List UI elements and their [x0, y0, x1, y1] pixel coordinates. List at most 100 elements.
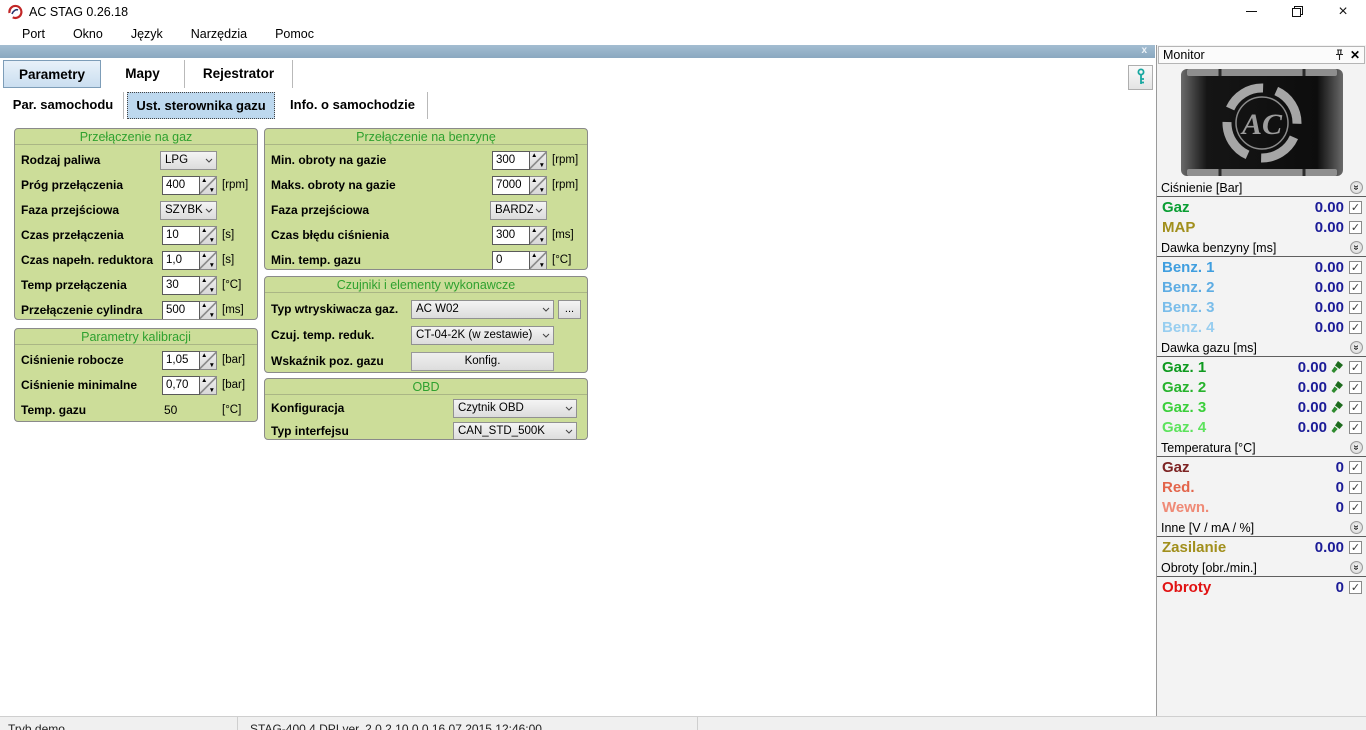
switch-temp-stepper[interactable]: 30: [162, 275, 217, 295]
monitor-label: Benz. 2: [1162, 278, 1215, 296]
pin-icon[interactable]: [1335, 49, 1344, 61]
toolbar-close-icon[interactable]: x: [1141, 45, 1147, 58]
subtab-info-o-samochodzie[interactable]: Info. o samochodzie: [278, 92, 428, 119]
panel-petrol-switch: Przełączenie na benzynę Min. obroty na g…: [264, 128, 588, 270]
monitor-checkbox[interactable]: [1349, 360, 1362, 374]
spin-value[interactable]: 400: [162, 175, 200, 195]
monitor-checkbox[interactable]: [1349, 400, 1362, 414]
monitor-checkbox[interactable]: [1349, 320, 1362, 334]
collapse-icon[interactable]: [1350, 441, 1363, 454]
spin-buttons[interactable]: [200, 175, 217, 195]
key-button[interactable]: [1128, 65, 1153, 90]
pressure-error-time-stepper[interactable]: 300: [492, 225, 547, 245]
param-label: Min. temp. gazu: [271, 253, 361, 267]
gas-injector-type-select[interactable]: AC W02: [411, 299, 554, 319]
monitor-checkbox[interactable]: [1349, 540, 1362, 554]
spin-value[interactable]: 1,0: [162, 250, 200, 270]
collapse-icon[interactable]: [1350, 181, 1363, 194]
monitor-checkbox[interactable]: [1349, 460, 1362, 474]
menu-jezyk[interactable]: Język: [117, 23, 177, 45]
spin-value[interactable]: 1,05: [162, 350, 200, 370]
min-rpm-gas-stepper[interactable]: 300: [492, 150, 547, 170]
menu-pomoc[interactable]: Pomoc: [261, 23, 328, 45]
monitor-panel: Monitor ✕ AC Ciśnienie [Bar] Gaz 0.00: [1156, 45, 1366, 716]
spin-buttons[interactable]: [200, 300, 217, 319]
monitor-checkbox[interactable]: [1349, 220, 1362, 234]
spin-buttons[interactable]: [200, 350, 217, 370]
monitor-checkbox[interactable]: [1349, 300, 1362, 314]
monitor-label: Gaz. 4: [1162, 418, 1207, 436]
cylinder-switch-stepper[interactable]: 500: [162, 300, 217, 319]
reducer-fill-time-stepper[interactable]: 1,0: [162, 250, 217, 270]
monitor-label: MAP: [1162, 218, 1196, 236]
transition-phase-select[interactable]: SZYBK(: [160, 200, 217, 220]
gas-level-config-button[interactable]: Konfig.: [411, 351, 554, 371]
menu-okno[interactable]: Okno: [59, 23, 117, 45]
collapse-icon[interactable]: [1350, 241, 1363, 254]
obd-interface-type-select[interactable]: CAN_STD_500K: [453, 421, 577, 439]
spin-value[interactable]: 0: [492, 250, 530, 269]
working-pressure-stepper[interactable]: 1,05: [162, 350, 217, 370]
spin-value[interactable]: 10: [162, 225, 200, 245]
monitor-checkbox[interactable]: [1349, 380, 1362, 394]
petrol-transition-phase-select[interactable]: BARDZ: [490, 200, 547, 220]
spin-buttons[interactable]: [530, 175, 547, 195]
collapse-icon[interactable]: [1350, 341, 1363, 354]
restore-button[interactable]: [1274, 0, 1320, 23]
minimum-pressure-stepper[interactable]: 0,70: [162, 375, 217, 395]
spin-value[interactable]: 7000: [492, 175, 530, 195]
collapse-icon[interactable]: [1350, 561, 1363, 574]
monitor-checkbox[interactable]: [1349, 420, 1362, 434]
monitor-checkbox[interactable]: [1349, 260, 1362, 274]
spin-buttons[interactable]: [200, 250, 217, 270]
monitor-checkbox[interactable]: [1349, 480, 1362, 494]
spin-buttons[interactable]: [200, 275, 217, 295]
minimize-button[interactable]: [1228, 0, 1274, 23]
tab-rejestrator[interactable]: Rejestrator: [185, 60, 293, 88]
param-label: Czuj. temp. reduk.: [271, 328, 375, 342]
spin-value[interactable]: 0,70: [162, 375, 200, 395]
reducer-temp-sensor-select[interactable]: CT-04-2K (w zestawie): [411, 325, 554, 345]
param-row: Min. temp. gazu 0 [°C]: [271, 250, 581, 269]
spin-value[interactable]: 30: [162, 275, 200, 295]
subtab-ust-sterownika-gazu[interactable]: Ust. sterownika gazu: [127, 92, 275, 119]
param-row: Typ wtryskiwacza gaz. AC W02 ...: [271, 299, 581, 319]
max-rpm-gas-stepper[interactable]: 7000: [492, 175, 547, 195]
spin-buttons[interactable]: [530, 250, 547, 269]
switch-time-stepper[interactable]: 10: [162, 225, 217, 245]
param-label: Typ wtryskiwacza gaz.: [271, 302, 399, 316]
monitor-checkbox[interactable]: [1349, 280, 1362, 294]
fuel-type-select[interactable]: LPG: [160, 150, 217, 170]
spin-buttons[interactable]: [200, 375, 217, 395]
combo-value: SZYBK(: [165, 204, 203, 216]
injector-more-button[interactable]: ...: [558, 299, 581, 319]
monitor-checkbox[interactable]: [1349, 200, 1362, 214]
monitor-close-icon[interactable]: ✕: [1350, 49, 1360, 61]
combo-value: LPG: [165, 154, 189, 166]
monitor-checkbox[interactable]: [1349, 500, 1362, 514]
spin-buttons[interactable]: [530, 225, 547, 245]
spin-value[interactable]: 500: [162, 300, 200, 319]
tab-parametry[interactable]: Parametry: [3, 60, 101, 88]
monitor-checkbox[interactable]: [1349, 580, 1362, 594]
param-label: Temp. gazu: [21, 403, 87, 417]
param-row: Typ interfejsu CAN_STD_500K: [271, 421, 581, 439]
obd-configuration-select[interactable]: Czytnik OBD: [453, 398, 577, 418]
switch-threshold-stepper[interactable]: 400: [162, 175, 217, 195]
spin-value[interactable]: 300: [492, 225, 530, 245]
monitor-label: Gaz. 1: [1162, 358, 1207, 376]
spin-buttons[interactable]: [200, 225, 217, 245]
window-controls: ×: [1228, 0, 1366, 23]
combo-value: CAN_STD_500K: [458, 425, 545, 437]
section-title: Ciśnienie [Bar]: [1161, 180, 1243, 195]
close-button[interactable]: ×: [1320, 0, 1366, 23]
menu-narzedzia[interactable]: Narzędzia: [177, 23, 261, 45]
menu-port[interactable]: Port: [8, 23, 59, 45]
param-row: Maks. obroty na gazie 7000 [rpm]: [271, 175, 581, 195]
spin-buttons[interactable]: [530, 150, 547, 170]
min-gas-temp-stepper[interactable]: 0: [492, 250, 547, 269]
collapse-icon[interactable]: [1350, 521, 1363, 534]
spin-value[interactable]: 300: [492, 150, 530, 170]
subtab-par-samochodu[interactable]: Par. samochodu: [3, 92, 124, 119]
tab-mapy[interactable]: Mapy: [101, 60, 185, 88]
